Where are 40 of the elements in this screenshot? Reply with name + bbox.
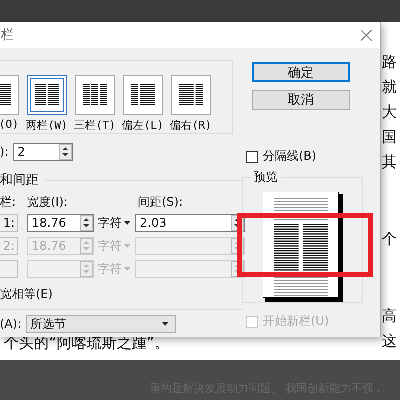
checkbox[interactable] [246,150,258,162]
close-icon[interactable] [361,30,372,40]
spin-buttons-icon[interactable] [80,215,93,231]
document-text: 大 [382,102,397,122]
unit-dropdown[interactable]: 字符 [98,214,131,232]
column-header: 宽度(I): [27,194,69,211]
apply-to-dropdown[interactable]: 所选节 [26,315,176,333]
column-number-box [0,260,18,278]
width-field[interactable]: 18.76 [27,214,94,232]
document-text: 这 [382,331,397,351]
caret-icon[interactable] [124,221,131,225]
spacing-field[interactable] [135,260,245,278]
column-number-box: 1: [0,214,18,232]
group-title: 预览 [251,169,281,186]
column-count-field[interactable]: 2 [12,143,73,161]
column-layout-icon [83,84,107,106]
document-text: 路 [382,52,397,72]
spin-buttons-icon[interactable] [58,144,72,160]
column-layout-icon [35,84,59,106]
document-text: 就 [382,77,397,97]
column-layout-icon [179,84,203,106]
ok-button[interactable]: 确定 [252,62,350,82]
cancel-button[interactable]: 取消 [252,90,350,110]
caret-icon[interactable] [162,322,169,326]
dialog-title: 栏 [1,27,14,44]
column-number-box: 2: [0,237,18,255]
document-text: 个 [382,229,397,249]
document-text: 其 [382,152,397,172]
checkbox-label: 开始新栏(U) [263,313,330,330]
column-layout-icon [131,84,155,106]
document-text: 国 [382,127,397,147]
column-header: 间距(S): [138,194,184,211]
section-title: 和间距 [0,172,39,189]
column-header: 栏: [0,194,18,211]
spacing-field[interactable] [135,237,245,255]
field-label: ): [0,145,9,159]
document-text: 高 [382,306,397,326]
checkbox-label: 分隔线(B) [263,148,317,165]
checkbox-label: 宽相等(E) [0,286,53,303]
field-label: (A): [0,317,22,331]
